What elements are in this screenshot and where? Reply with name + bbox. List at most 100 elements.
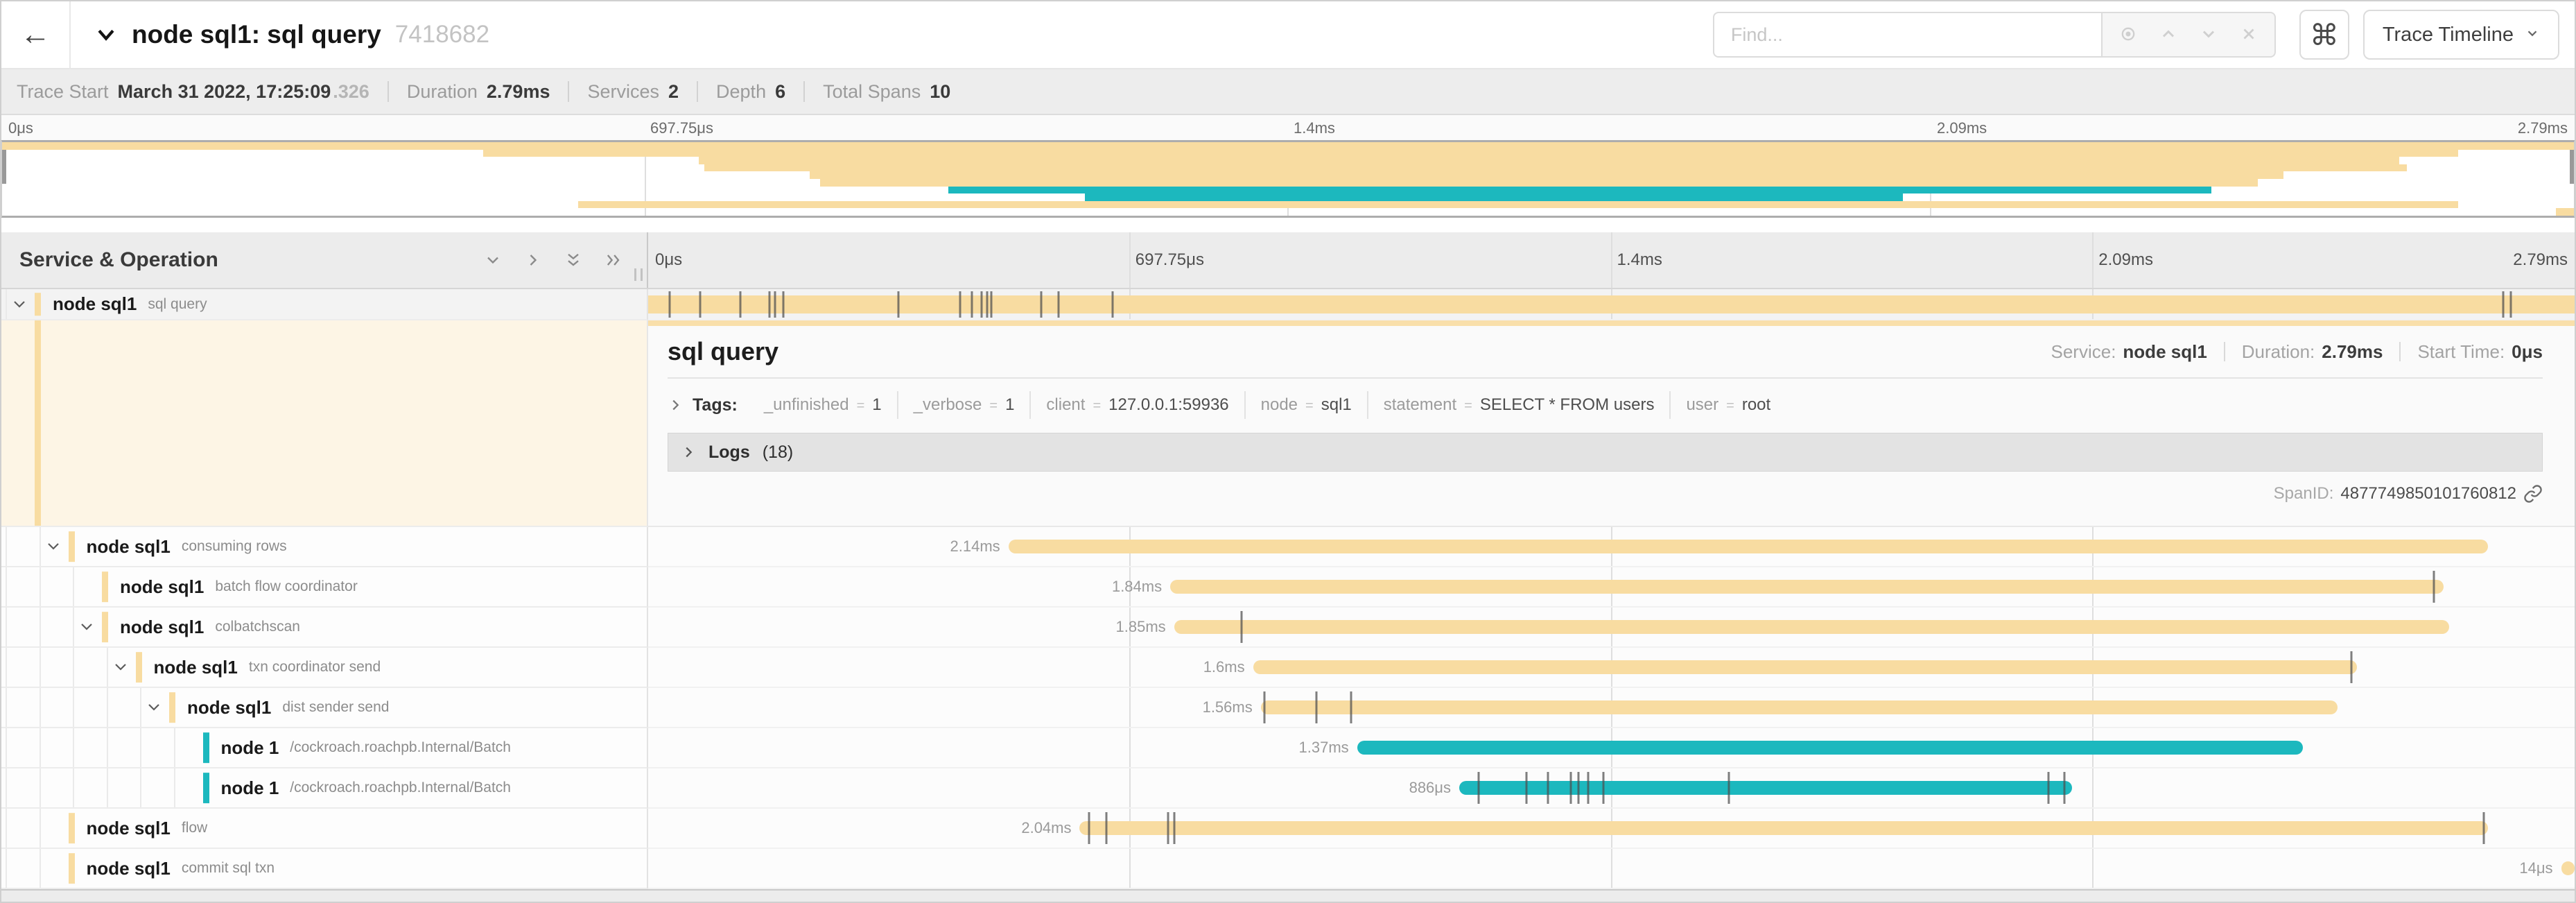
summary-label: Services: [587, 81, 659, 103]
log-marker-tick: [2048, 772, 2050, 804]
minimap-tick-label: 2.79ms: [2518, 119, 2568, 137]
span-name-cell[interactable]: node 1/cockroach.roachpb.Internal/Batch: [1, 768, 648, 809]
span-gantt-cell[interactable]: 2.04ms: [648, 809, 2575, 849]
tag-value: sql1: [1321, 395, 1352, 415]
span-gantt-cell[interactable]: 1.37ms: [648, 728, 2575, 768]
keyboard-shortcuts-button[interactable]: ⌘: [2299, 10, 2349, 60]
log-marker-tick: [782, 291, 784, 318]
page-title: node sql1: sql query: [132, 20, 381, 49]
tags-toggle-row[interactable]: Tags: _unfinished=1_verbose=1client=127.…: [668, 391, 2543, 419]
span-gantt-cell[interactable]: 1.56ms: [648, 688, 2575, 728]
back-button[interactable]: ←: [1, 1, 71, 68]
summary-item: Services 2: [587, 81, 679, 103]
tags-label: Tags:: [693, 395, 738, 415]
log-marker-tick: [1603, 772, 1605, 804]
span-bar[interactable]: [1357, 741, 2303, 755]
chevron-down-icon: [2199, 24, 2218, 46]
span-service-name: node sql1: [154, 657, 238, 678]
span-name-cell[interactable]: node sql1batch flow coordinator: [1, 567, 648, 608]
span-row[interactable]: node 1/cockroach.roachpb.Internal/Batch1…: [1, 728, 2575, 768]
span-row[interactable]: node 1/cockroach.roachpb.Internal/Batch8…: [1, 768, 2575, 809]
span-id-value: 4877749850101760812: [2340, 484, 2516, 504]
summary-value: 2: [668, 81, 679, 103]
span-bar[interactable]: [1261, 700, 2338, 714]
span-row[interactable]: node sql1colbatchscan1.85ms: [1, 608, 2575, 648]
span-row[interactable]: node sql1batch flow coordinator1.84ms: [1, 567, 2575, 608]
span-name-cell[interactable]: node sql1flow: [1, 809, 648, 849]
logs-count: (18): [763, 442, 793, 463]
tag-value: 1: [872, 395, 881, 415]
span-duration-label: 1.6ms: [1203, 658, 1245, 676]
span-bar[interactable]: [1174, 620, 2450, 634]
log-marker-tick: [2350, 651, 2352, 683]
span-row[interactable]: node sql1flow2.04ms: [1, 809, 2575, 849]
span-duration-label: 1.56ms: [1203, 698, 1253, 716]
tag-item: client=127.0.0.1:59936: [1029, 391, 1244, 419]
span-name-text: node 1/cockroach.roachpb.Internal/Batch: [1, 768, 647, 807]
span-name-text: node sql1flow: [1, 809, 647, 848]
span-bar[interactable]: [1253, 660, 2357, 674]
view-selector-button[interactable]: Trace Timeline: [2363, 10, 2559, 60]
find-clear-button[interactable]: [2229, 15, 2269, 54]
span-gantt-cell[interactable]: 1.84ms: [648, 567, 2575, 608]
span-name-cell[interactable]: node 1/cockroach.roachpb.Internal/Batch: [1, 728, 648, 768]
tag-item: _verbose=1: [897, 391, 1030, 419]
collapse-trace-chevron-icon[interactable]: [94, 23, 118, 46]
span-gantt-cell[interactable]: [648, 289, 2575, 320]
span-name-cell[interactable]: node sql1colbatchscan: [1, 608, 648, 648]
span-row[interactable]: node sql1dist sender send 1.56ms: [1, 688, 2575, 728]
span-name-cell[interactable]: node sql1txn coordinator send: [1, 648, 648, 688]
minimap-tick-label: 0μs: [8, 119, 33, 137]
collapse-one-icon[interactable]: [483, 250, 503, 270]
span-gantt-cell[interactable]: 2.14ms: [648, 527, 2575, 567]
target-icon: [2118, 24, 2138, 46]
span-bar[interactable]: [2561, 861, 2575, 875]
span-gantt-cell[interactable]: 886μs: [648, 768, 2575, 809]
span-bar[interactable]: [1459, 781, 2072, 795]
find-locate-button[interactable]: [2108, 15, 2148, 54]
column-resizer-handle[interactable]: [634, 268, 643, 281]
trace-summary-bar: Trace StartMarch 31 2022, 17:25:09.326Du…: [1, 68, 2575, 115]
span-name-cell[interactable]: node sql1dist sender send: [1, 688, 648, 728]
minimap-span-bar: [948, 187, 2211, 194]
find-next-button[interactable]: [2188, 15, 2229, 54]
span-operation-name: colbatchscan: [215, 619, 300, 635]
chevron-right-icon: [681, 445, 696, 460]
bottom-scrollbar-track[interactable]: [1, 889, 2575, 903]
span-operation-name: batch flow coordinator: [215, 578, 357, 595]
span-name-text: node sql1sql query: [1, 289, 647, 319]
summary-item: Total Spans10: [823, 81, 950, 103]
span-name-cell[interactable]: node sql1commit sql txn: [1, 849, 648, 889]
logs-toggle-row[interactable]: Logs (18): [668, 433, 2543, 472]
span-name-cell[interactable]: node sql1consuming rows: [1, 527, 648, 567]
span-gantt-cell[interactable]: 1.85ms: [648, 608, 2575, 648]
minimap-spacer: [1, 218, 2575, 232]
span-name-cell[interactable]: node sql1sql query: [1, 289, 648, 320]
span-row[interactable]: node sql1consuming rows 2.14ms: [1, 527, 2575, 567]
span-bar[interactable]: [648, 295, 2575, 313]
tag-equals: =: [989, 398, 998, 414]
span-gantt-cell[interactable]: 1.6ms: [648, 648, 2575, 688]
find-prev-button[interactable]: [2148, 15, 2188, 54]
collapse-all-icon[interactable]: [564, 250, 583, 270]
log-marker-tick: [1547, 772, 1549, 804]
link-icon[interactable]: [2523, 484, 2543, 504]
span-gantt-cell[interactable]: 14μs: [648, 849, 2575, 889]
find-input[interactable]: [1713, 12, 2101, 58]
span-duration-label: 2.14ms: [950, 538, 1000, 556]
log-marker-tick: [1578, 772, 1580, 804]
span-row[interactable]: node sql1txn coordinator send 1.6ms: [1, 648, 2575, 688]
tag-value: 1: [1005, 395, 1014, 415]
log-marker-tick: [1587, 772, 1590, 804]
span-row[interactable]: node sql1commit sql txn14μs: [1, 849, 2575, 889]
service-operation-header: Service & Operation: [1, 232, 648, 288]
expand-all-icon[interactable]: [604, 250, 623, 270]
log-marker-tick: [1088, 812, 1090, 844]
span-row[interactable]: node sql1sql query: [1, 289, 2575, 320]
expand-one-icon[interactable]: [523, 250, 543, 270]
span-bar[interactable]: [1009, 540, 2488, 553]
minimap-canvas[interactable]: [1, 140, 2575, 218]
summary-divider: [803, 81, 805, 102]
span-bar[interactable]: [1079, 821, 2487, 835]
span-bar[interactable]: [1170, 580, 2444, 594]
